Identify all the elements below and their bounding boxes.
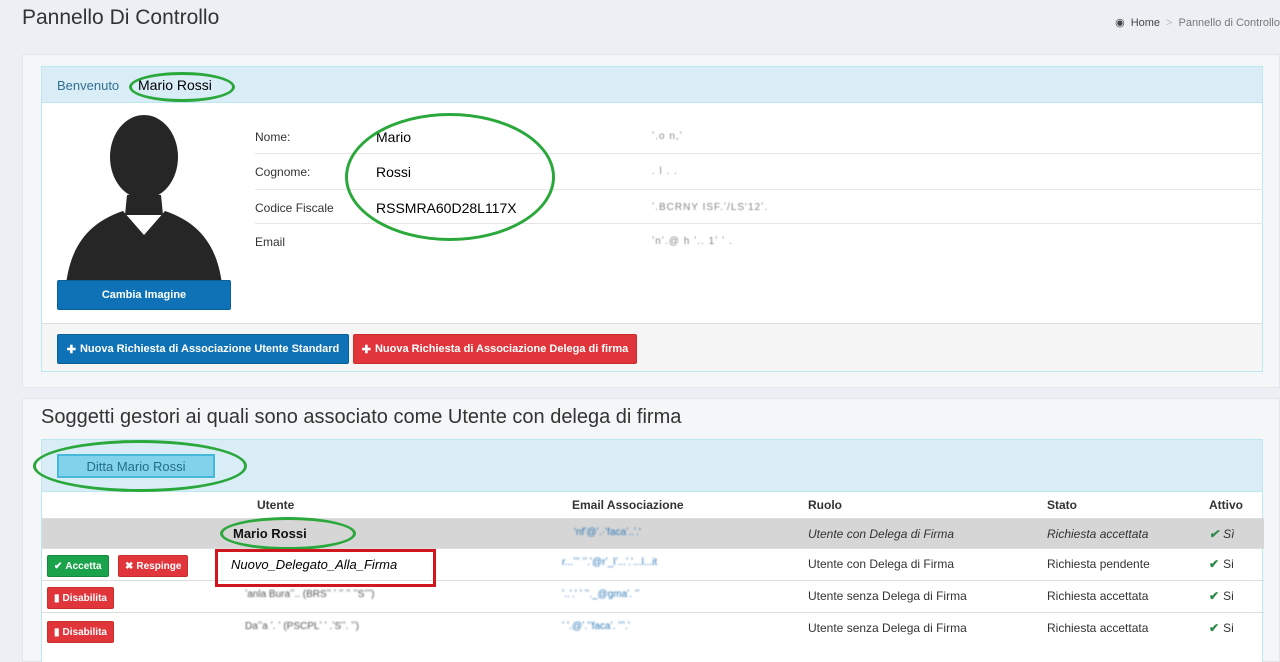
row-user: ʼanla Buraʼʼ.. (BRSʼʼ ʼ ʼʼ ʼʼ ʼʼSʼʼʼ) [245,589,375,600]
welcome-user-name: Mario Rossi [138,77,212,93]
page-header: Pannello Di Controllo ◉ Home > Pannello … [0,0,1280,44]
welcome-panel-heading: Benvenuto Mario Rossi [42,67,1262,103]
check-icon: ✔ [54,560,63,572]
check-icon: ✔ [1209,527,1220,541]
home-icon: ◉ [1115,17,1125,29]
column-header-role: Ruolo [808,498,842,512]
company-tab-button[interactable]: Ditta Mario Rossi [57,454,215,478]
plus-circle-icon: ✚ [361,343,371,356]
welcome-label: Benvenuto [57,78,120,93]
row-active-label: Si [1223,621,1234,635]
row-email-link[interactable]: ʼ ʼ.@ʼ.ʼʼfacaʼ. ʼʼʼ.ʼ [562,621,630,632]
row-status: Richiesta accettata [1047,527,1149,541]
info-blurred-value: ʼ.o n,ʼ [652,131,683,142]
button-label: Respinge [136,560,182,572]
row-active-label: Si [1223,557,1234,571]
row-user: Mario Rossi [233,526,307,541]
trash-icon: ▮ [54,626,60,638]
column-header-status: Stato [1047,498,1077,512]
control-panel-page: Pannello Di Controllo ◉ Home > Pannello … [0,0,1280,662]
button-label: Disabilita [62,592,107,604]
row-email-link[interactable]: r...ʼʼʼ ʼʼ.ʼ@rʼ_lʼ...ʼ.ʼ...l...it [562,557,657,568]
breadcrumb: ◉ Home > Pannello di Controllo [1115,16,1280,30]
welcome-panel: Benvenuto Mario Rossi Cambia Imagine Nom… [41,66,1263,372]
button-label: Accetta [65,560,102,572]
info-value: Mario [376,129,412,145]
column-header-active: Attivo [1209,498,1243,512]
info-label: Codice Fiscale [255,201,334,215]
check-icon: ✔ [1209,589,1220,603]
info-value: Rossi [376,164,412,180]
info-blurred-value: ʼ.BCRNY ISF.ʼ/LS'12ʼ. [652,202,769,213]
trash-icon: ▮ [54,592,60,604]
page-title: Pannello Di Controllo [22,6,220,29]
accept-button[interactable]: ✔ Accetta [47,555,109,577]
welcome-panel-footer: ✚ Nuova Richiesta di Associazione Utente… [42,323,1262,371]
info-blurred-value: ʼnʼ.@ h ʼ.. 1ʼ ʼ . [652,236,733,247]
table-row: ✔ Accetta ✖ Respinge Nuovo_Delegato_Alla… [42,548,1264,580]
row-status: Richiesta pendente [1047,557,1150,571]
breadcrumb-home-link[interactable]: Home [1131,17,1160,29]
button-label: Disabilita [62,626,107,638]
plus-circle-icon: ✚ [66,343,76,356]
row-user: Daʼʼa ʼ. ʼ (PSCPLʼ ʼ .ʼSʼʼ. ʼʼ) [245,621,359,632]
button-label: Nuova Richiesta di Associazione Delega d… [374,343,629,355]
table-header-row: Utente Email Associazione Ruolo Stato At… [42,492,1264,518]
row-status: Richiesta accettata [1047,621,1149,635]
info-row-surname: Cognome: Rossi . l . . [255,153,1263,189]
info-label: Email [255,235,286,249]
row-active: ✔ Si [1209,557,1234,571]
row-email-link[interactable]: 'nfʼ@ʼ.·ʼfacaʼ..ʼ.' [574,527,641,538]
row-active-label: Sì [1223,527,1235,541]
row-active: ✔ Sì [1209,527,1234,541]
row-status: Richiesta accettata [1047,589,1149,603]
breadcrumb-separator: > [1166,16,1173,29]
column-header-user: Utente [257,498,295,512]
new-standard-association-button[interactable]: ✚ Nuova Richiesta di Associazione Utente… [57,334,349,364]
disable-button[interactable]: ▮ Disabilita [47,621,114,643]
times-icon: ✖ [125,560,134,572]
section-title: Soggetti gestori ai quali sono associato… [41,406,682,428]
change-image-button[interactable]: Cambia Imagine [57,280,231,310]
info-value: RSSMRA60D28L117X [376,200,517,216]
info-label: Cognome: [255,165,311,179]
info-blurred-value: . l . . [652,166,678,177]
associations-panel-heading: Ditta Mario Rossi [42,440,1262,492]
check-icon: ✔ [1209,621,1220,635]
column-header-email: Email Associazione [572,498,684,512]
table-row: ▮ Disabilita Daʼʼa ʼ. ʼ (PSCPLʼ ʼ .ʼSʼʼ.… [42,612,1264,644]
button-label: Nuova Richiesta di Associazione [79,343,252,355]
row-active-label: Si [1223,589,1234,603]
info-row-tax-code: Codice Fiscale RSSMRA60D28L117X ʼ.BCRNY … [255,189,1263,225]
row-role: Utente senza Delega di Firma [808,589,967,603]
info-row-email: Email ʼnʼ.@ h ʼ.. 1ʼ ʼ . [255,223,1263,323]
info-label: Nome: [255,130,291,144]
table-row: Mario Rossi 'nfʼ@ʼ.·ʼfacaʼ..ʼ.' Utente c… [42,518,1264,548]
row-user: Nuovo_Delegato_Alla_Firma [231,557,398,572]
row-email-link[interactable]: ʼ..ʼ.ʼ ʼ ʼʼ._@gmaʼ. ʼʼ [562,589,639,600]
check-icon: ✔ [1209,557,1220,571]
button-label-strong: Utente Standard [254,343,340,355]
row-role: Utente con Delega di Firma [808,557,955,571]
info-row-name: Nome: Mario ʼ.o n,ʼ [255,119,1263,155]
breadcrumb-current: Pannello di Controllo [1178,16,1280,29]
new-delegate-association-button[interactable]: ✚ Nuova Richiesta di Associazione Delega… [353,334,637,364]
row-role: Utente senza Delega di Firma [808,621,967,635]
table-row: ▮ Disabilita ʼanla Buraʼʼ.. (BRSʼʼ ʼ ʼʼ … [42,580,1264,612]
disable-button[interactable]: ▮ Disabilita [47,587,114,609]
row-role: Utente con Delega di Firma [808,527,955,541]
reject-button[interactable]: ✖ Respinge [118,555,189,577]
row-active: ✔ Si [1209,621,1234,635]
row-active: ✔ Si [1209,589,1234,603]
associations-panel: Ditta Mario Rossi Utente Email Associazi… [41,439,1264,662]
